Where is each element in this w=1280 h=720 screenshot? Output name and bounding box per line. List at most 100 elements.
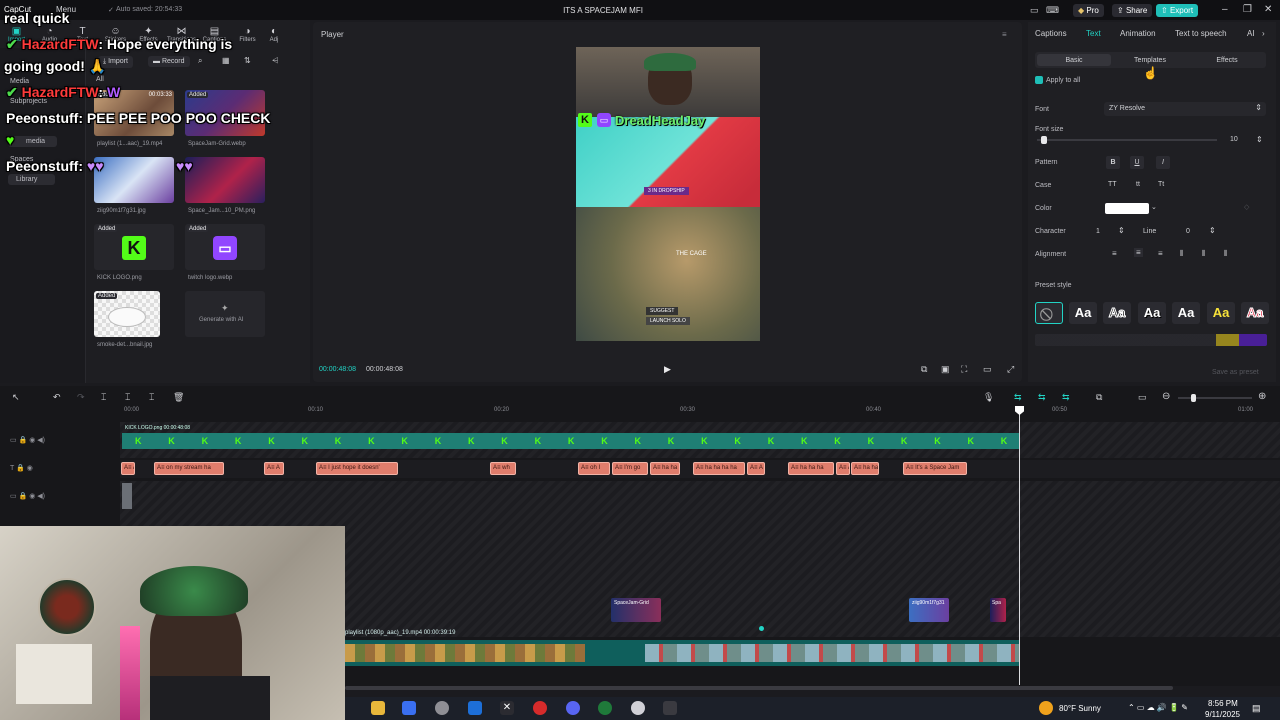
share-button[interactable]: ⇪ Share (1112, 4, 1153, 17)
tab-captions[interactable]: Captions (1035, 29, 1067, 38)
capcut-taskbar-icon[interactable]: ✕ (500, 701, 514, 715)
nav-library[interactable]: Library (8, 174, 56, 185)
zoom-slider-handle[interactable] (1191, 394, 1196, 402)
underline-button[interactable]: U (1130, 156, 1144, 169)
preset-style-5[interactable]: Aa (1207, 302, 1235, 324)
text-clip[interactable]: A≡ A (264, 462, 284, 475)
font-size-value[interactable]: 10 (1230, 136, 1238, 143)
clock-date[interactable]: 9/11/2025 (1205, 710, 1240, 719)
nav-all[interactable]: All (96, 76, 104, 83)
active-app-icon[interactable] (663, 701, 677, 715)
text-clip[interactable]: A≡ ha ha ha ha (693, 462, 745, 475)
grid-view-icon[interactable]: ▦ (222, 56, 230, 65)
select-tool-icon[interactable]: ↖ (12, 392, 20, 403)
quality-icon[interactable]: ▣ (941, 364, 950, 375)
delete-icon[interactable]: 🗑 (173, 392, 184, 403)
nav-media-item[interactable]: media (8, 136, 58, 147)
store-icon[interactable] (402, 701, 416, 715)
align-top-icon[interactable]: ⫴ (1180, 249, 1183, 259)
pro-button[interactable]: ◆ Pro (1073, 4, 1104, 17)
snap-icon[interactable]: ⇆ (1062, 392, 1070, 403)
split-right-icon[interactable]: ⌶ (149, 392, 154, 403)
file-explorer-icon[interactable] (371, 701, 385, 715)
media-thumb-kick-logo[interactable]: Added K (94, 224, 174, 270)
link-icon[interactable]: ⇆ (1014, 392, 1022, 403)
align-left-icon[interactable]: ≡ (1112, 249, 1117, 258)
space-jam-png-clip[interactable]: Spa (990, 598, 1006, 622)
tool-filters[interactable]: ◑ Filters (231, 22, 264, 48)
chevron-right-icon[interactable]: › (1262, 29, 1265, 38)
text-clip[interactable]: A≡ It's a Space Jam (903, 462, 967, 475)
chevron-down-icon[interactable]: ⌄ (1151, 203, 1157, 211)
text-clip[interactable]: A≡ ha ha (650, 462, 680, 475)
tab-animation[interactable]: Animation (1120, 29, 1156, 38)
text-clip[interactable]: A≡ ha ha ha (788, 462, 834, 475)
italic-button[interactable]: I (1156, 156, 1170, 169)
subtab-effects[interactable]: Effects (1190, 57, 1264, 64)
text-clip[interactable]: A≡ A (747, 462, 765, 475)
weather-text[interactable]: 80°F Sunny (1059, 704, 1101, 713)
tab-text-to-speech[interactable]: Text to speech (1175, 29, 1227, 38)
keyframe-icon[interactable]: ◇ (1244, 203, 1249, 211)
font-size-slider[interactable] (1037, 139, 1217, 141)
text-clip[interactable]: A≡ ha ha (851, 462, 879, 475)
text-clip[interactable]: A≡ oh I (578, 462, 610, 475)
smoke-detector-clip[interactable] (122, 483, 132, 509)
preset-style-3[interactable]: Aa (1138, 302, 1166, 324)
zoom-out-icon[interactable]: ⊖ (1162, 391, 1170, 402)
tool-adjust[interactable]: ◐ Adj (264, 22, 284, 48)
crop-icon[interactable]: ⧉ (921, 364, 927, 375)
fit-icon[interactable]: ⛶ (961, 364, 967, 375)
export-button[interactable]: ⇧ Export (1156, 4, 1199, 17)
font-select[interactable]: ZY Resolve ⇕ (1104, 102, 1266, 116)
preset-style-2[interactable]: Aa (1103, 302, 1131, 324)
obs-icon[interactable] (435, 701, 449, 715)
stepper-icon[interactable]: ⇕ (1209, 226, 1216, 235)
search-icon[interactable]: ⌕ (198, 56, 202, 66)
browser-icon[interactable] (631, 701, 645, 715)
outlook-icon[interactable] (468, 701, 482, 715)
video-preview[interactable]: K ▭ DreadHeadJay 3 IN DROPSHIP THE CAGE … (576, 47, 760, 341)
tab-text[interactable]: Text (1086, 29, 1101, 38)
subtab-templates[interactable]: Templates (1113, 57, 1187, 64)
keyframe-marker[interactable] (759, 626, 764, 631)
align-center-icon[interactable]: ≡ (1134, 248, 1143, 257)
preset-style-1[interactable]: Aa (1069, 302, 1097, 324)
tray-icons[interactable]: ⌃ ▭ ☁ 🔊 🔋 ✎ (1128, 703, 1188, 712)
sort-icon[interactable]: ⇅ (244, 56, 251, 65)
color-swatch[interactable] (1105, 203, 1149, 214)
minimize-icon[interactable]: – (1222, 4, 1228, 15)
align-middle-icon[interactable]: ⫴ (1202, 249, 1205, 259)
preview-axis-icon[interactable]: ⧉ (1096, 392, 1102, 403)
line-value[interactable]: 0 (1186, 228, 1190, 235)
preset-none-icon[interactable]: ⃠ (1035, 302, 1063, 324)
split-left-icon[interactable]: ⌶ (125, 392, 130, 403)
character-value[interactable]: 1 (1096, 228, 1100, 235)
media-thumb-smoke-detector[interactable]: Added (94, 291, 160, 337)
media-thumb-twitch-logo[interactable]: Added ▭ (185, 224, 265, 270)
playhead[interactable] (1019, 410, 1020, 685)
layout-icon[interactable]: ▭ (1030, 5, 1039, 16)
subtab-basic[interactable]: Basic (1037, 57, 1111, 64)
track-header-overlay-2[interactable]: ▭ 🔒 ◉ ◀) (10, 492, 45, 500)
discord-icon[interactable] (566, 701, 580, 715)
filter-icon[interactable]: ⩤ (272, 56, 278, 66)
generate-ai-button[interactable]: ✦ Generate with AI (185, 291, 265, 337)
tab-ai[interactable]: AI (1247, 29, 1255, 38)
text-clip[interactable]: A≡ wh (490, 462, 516, 475)
save-preset-button[interactable]: Save as preset (1212, 369, 1259, 376)
stepper-icon[interactable]: ⇕ (1256, 135, 1263, 144)
fullscreen-icon[interactable]: ⤢ (1007, 364, 1014, 375)
text-clip[interactable]: A≡ on my stream ha (154, 462, 224, 475)
keyboard-icon[interactable]: ⌨ (1046, 5, 1059, 16)
case-upper-button[interactable]: TT (1108, 181, 1117, 188)
caption-icon[interactable]: ▭ (1138, 392, 1147, 403)
redo-icon[interactable]: ↷ (77, 392, 85, 403)
text-clip[interactable]: A≡ I just hope it doesn' (316, 462, 398, 475)
text-clip[interactable]: A≡ A (836, 462, 850, 475)
media-thumb-ziig[interactable] (94, 157, 174, 203)
text-clip[interactable]: A≡ A (121, 462, 135, 475)
ratio-icon[interactable]: ▭ (983, 364, 992, 375)
play-icon[interactable]: ▶ (664, 364, 671, 375)
track-header-overlay[interactable]: ▭ 🔒 ◉ ◀) (10, 436, 45, 444)
